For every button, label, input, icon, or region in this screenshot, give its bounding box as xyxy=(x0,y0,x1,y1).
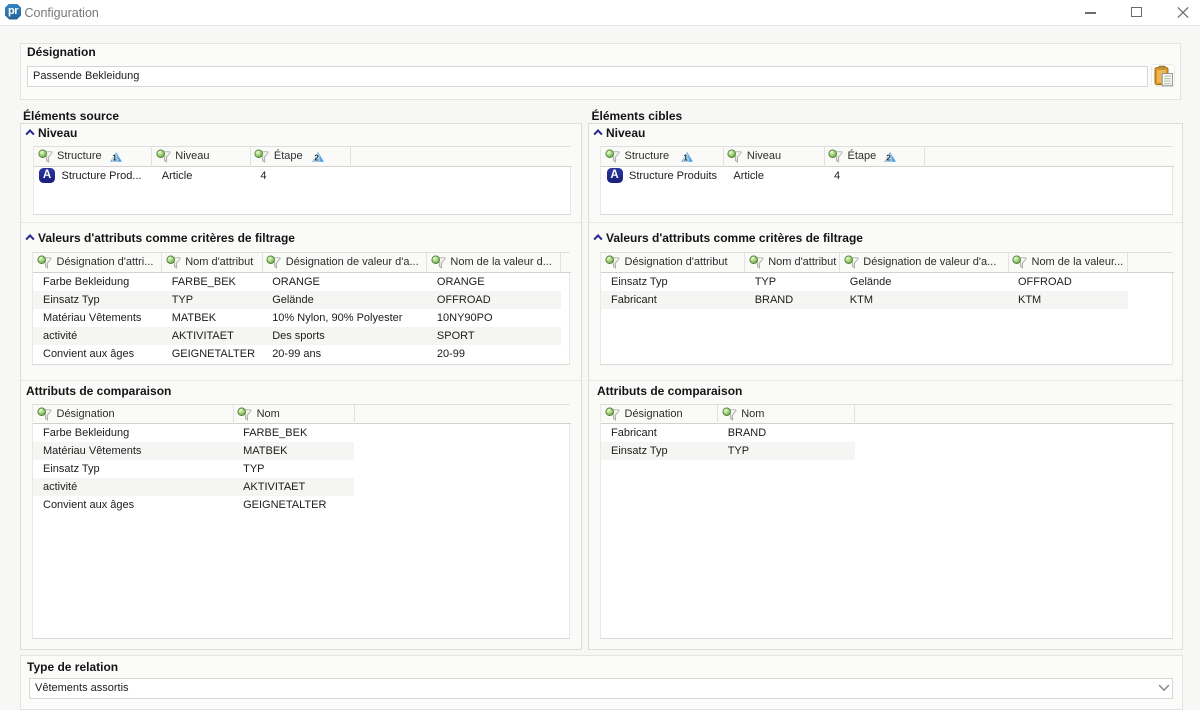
svg-text:1: 1 xyxy=(683,152,688,162)
svg-text:2: 2 xyxy=(886,152,891,162)
svg-text:2: 2 xyxy=(314,152,319,162)
svg-text:1: 1 xyxy=(112,152,117,162)
